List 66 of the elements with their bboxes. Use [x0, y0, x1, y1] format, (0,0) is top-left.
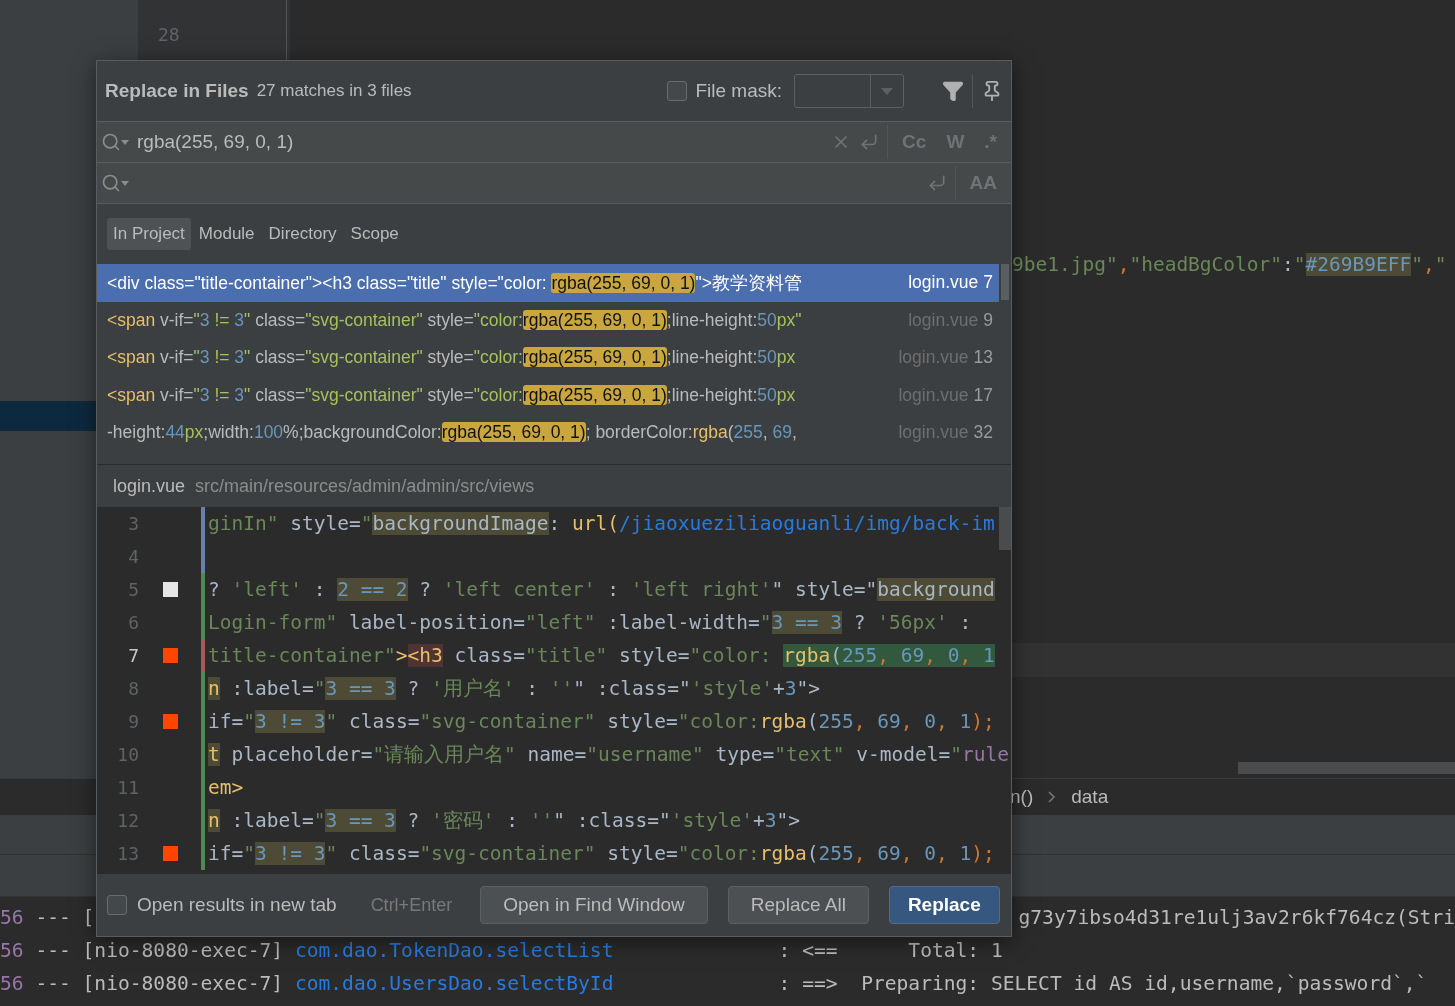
code-line: n :label="3 == 3 ? '密码' : ''" :class="'style'+3"> — [208, 808, 800, 834]
dialog-title: Replace in Files — [105, 80, 249, 102]
preview-file-path: src/main/resources/admin/admin/src/views — [195, 475, 535, 497]
line-number: 6 — [127, 612, 139, 633]
code-line: n :label="3 == 3 ? '用户名' : ''" :class="'style'+3"> — [208, 676, 820, 702]
new-tab-label: Open results in new tab — [137, 894, 337, 916]
file-mask-label: File mask: — [695, 80, 782, 102]
file-mask-checkbox[interactable] — [667, 81, 688, 101]
code-line: t placeholder="请输入用户名" name="username" type="text" v-model="rule — [208, 742, 1009, 768]
line-number: 5 — [127, 579, 139, 600]
code-line: if="3 != 3" class="svg-container" style="color:rgba(255, 69, 0, 1); — [208, 710, 995, 733]
file-mask-dropdown[interactable] — [794, 74, 904, 108]
console-text: 56 --- [nio-8080-exec-7] com.dao.UsersDao.selectById : ==> Preparing: SELECT id AS id,username,`password`,` — [0, 972, 1428, 995]
console-text: 56 --- [nio-8080-exec-7] com.dao.TokenDao.selectList : <== Total: 1 — [0, 939, 1003, 962]
console-text: g73y7ibso4d31re1ulj3av2r6kf764cz(Stri — [1018, 906, 1455, 929]
result-text: -height:44px;width:100%;backgroundColor:rgba(255, 69, 0, 1); borderColor:rgba(255, 69, — [107, 422, 798, 444]
result-line-number: 7 — [983, 272, 993, 294]
line-number: 4 — [127, 546, 139, 567]
breadcrumb-item[interactable]: data — [1071, 786, 1109, 808]
line-number: 11 — [116, 777, 139, 798]
result-text: <span v-if="3 != 3" class="svg-container" style="color:rgba(255, 69, 0, 1);line-height:50px" — [107, 309, 803, 331]
result-row[interactable]: <div class="title-container"><h3 class="title" style="color: rgba(255, 69, 0, 1)">教学资料管 login.vue 7 — [97, 264, 999, 302]
dialog-button[interactable]: Open in Find Window — [480, 886, 708, 924]
filter-icon[interactable] — [942, 80, 964, 102]
scrollbar-thumb[interactable] — [1238, 762, 1455, 774]
new-tab-checkbox[interactable] — [107, 895, 127, 915]
result-line-number: 13 — [973, 347, 993, 369]
dialog-button[interactable]: Replace — [888, 886, 1000, 924]
code-line: title-container"><h3 class="title" style="color: rgba(255, 69, 0, 1 — [208, 644, 995, 667]
newline-icon[interactable] — [859, 132, 880, 152]
line-number: 13 — [116, 843, 139, 864]
scope-tab[interactable]: Directory — [262, 218, 343, 250]
preview-file-name: login.vue — [113, 475, 186, 497]
code-line: if="3 != 3" class="svg-container" style="color:rgba(255, 69, 0, 1); — [208, 842, 995, 865]
line-number: 3 — [127, 513, 139, 534]
result-line-number: 17 — [973, 384, 993, 406]
search-icon[interactable] — [101, 132, 129, 152]
result-text: <span v-if="3 != 3" class="svg-container" style="color:rgba(255, 69, 0, 1);line-height:50px — [107, 384, 797, 406]
code-line: ginIn" style="backgroundImage: url(/jiaoxueziliaoguanli/img/back-im — [208, 512, 995, 535]
line-number: 12 — [116, 810, 139, 831]
scrollbar-thumb[interactable] — [1001, 264, 1009, 300]
result-file: login.vue — [908, 272, 979, 294]
code-line: Login-form" label-position="left" :label-width="3 == 3 ? '56px' : — [208, 611, 973, 634]
line-number: 10 — [116, 744, 139, 765]
scope-tab[interactable]: Module — [192, 218, 261, 250]
line-number: 7 — [127, 645, 139, 666]
caret-icon — [881, 87, 893, 95]
scope-tab[interactable]: Scope — [344, 218, 405, 250]
result-text: <span v-if="3 != 3" class="svg-container" style="color:rgba(255, 69, 0, 1);line-height:50px — [107, 347, 797, 369]
code-line: 9be1.jpg","headBgColor":"#269B9EFF"," — [1012, 252, 1447, 276]
line-number: 9 — [127, 711, 139, 732]
code-line: ? 'left' : 2 == 2 ? 'left center' : 'left right'" style="background — [208, 578, 995, 601]
result-line-number: 9 — [983, 309, 993, 331]
console-text: 56 --- [ — [0, 906, 95, 929]
dialog-button[interactable]: Replace All — [727, 886, 869, 924]
result-text: <div class="title-container"><h3 class="title" style="color: rgba(255, 69, 0, 1)">教学资料管 — [107, 271, 803, 295]
scrollbar-thumb[interactable] — [999, 507, 1011, 550]
line-number: 8 — [127, 678, 139, 699]
result-line-number: 32 — [973, 422, 993, 444]
match-count: 27 matches in 3 files — [256, 81, 412, 101]
scope-tab[interactable]: In Project — [107, 218, 191, 250]
chevron-icon — [1047, 791, 1058, 803]
search-icon[interactable] — [101, 173, 129, 193]
shortcut-hint: Ctrl+Enter — [370, 894, 453, 916]
code-line: em> — [208, 776, 244, 799]
newline-icon[interactable] — [926, 173, 947, 193]
